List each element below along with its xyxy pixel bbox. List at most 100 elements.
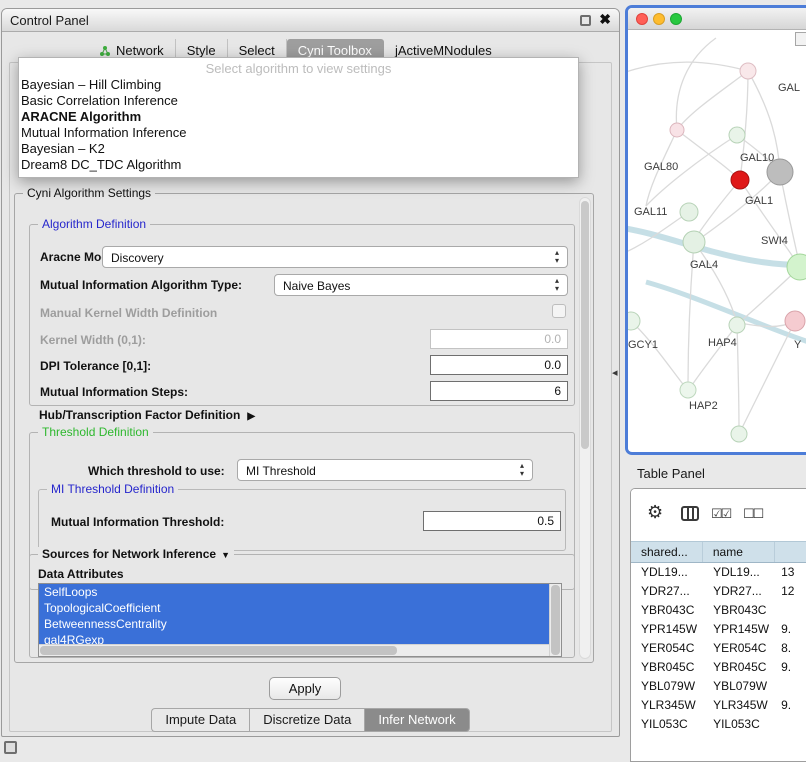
columns-glyph	[681, 506, 699, 522]
attribute-list-item[interactable]: SelfLoops	[39, 584, 549, 600]
float-window-icon[interactable]	[580, 15, 591, 26]
combo-arrows-icon: ▴▾	[550, 249, 564, 265]
table-column-header[interactable]	[775, 542, 806, 562]
network-node[interactable]	[740, 63, 756, 79]
table-row[interactable]: YDR27...YDR27...12	[631, 582, 806, 601]
sources-group: Sources for Network Inference▼ Data Attr…	[29, 554, 575, 658]
close-icon[interactable]: ✖	[599, 11, 611, 28]
combo-value: MI Threshold	[246, 463, 316, 479]
network-node[interactable]	[731, 171, 749, 189]
table-cell: YER054C	[631, 639, 703, 658]
divider-collapse-arrow[interactable]: ◂	[612, 366, 618, 379]
table-body: YDL19...YDL19...13YDR27...YDR27...12YBR0…	[631, 563, 806, 734]
table-cell: 9.	[775, 620, 806, 639]
algorithm-option[interactable]: Basic Correlation Inference	[19, 93, 578, 109]
network-node[interactable]	[729, 317, 745, 333]
algorithm-option[interactable]: Bayesian – K2	[19, 141, 578, 157]
cyni-settings-title: Cyni Algorithm Settings	[23, 186, 155, 201]
mi-algorithm-type-label: Mutual Information Algorithm Type:	[40, 278, 242, 292]
table-row[interactable]: YIL053CYIL053C	[631, 715, 806, 734]
table-column-header[interactable]: shared...	[631, 542, 703, 562]
network-edge	[694, 180, 740, 240]
network-node[interactable]	[680, 203, 698, 221]
settings-scrollbar-thumb[interactable]	[581, 201, 589, 449]
expand-right-icon: ▶	[247, 411, 255, 422]
aracne-mode-combo[interactable]: Discovery ▴▾	[102, 246, 568, 268]
table-cell: YLR345W	[703, 696, 775, 715]
node-label: Y	[794, 339, 802, 351]
which-threshold-label: Which threshold to use:	[88, 464, 225, 478]
minimize-traffic-light-icon[interactable]	[653, 13, 665, 25]
settings-scrollbar[interactable]	[579, 197, 591, 659]
network-canvas[interactable]: GALGAL80GAL10GAL1GAL11SWI4GAL4GCY1HAP4YH…	[628, 30, 806, 451]
network-canvas-svg: GALGAL80GAL10GAL1GAL11SWI4GAL4GCY1HAP4YH…	[628, 30, 806, 451]
list-horizontal-scrollbar[interactable]	[39, 644, 549, 656]
manual-kernel-checkbox[interactable]	[552, 304, 566, 318]
table-column-header[interactable]: name	[703, 542, 775, 562]
column-visibility-icon[interactable]	[681, 506, 699, 525]
table-row[interactable]: YBR043CYBR043C	[631, 601, 806, 620]
node-label: GAL80	[644, 161, 678, 173]
table-cell: YDR27...	[631, 582, 703, 601]
table-row[interactable]: YPR145WYPR145W9.	[631, 620, 806, 639]
mi-algorithm-type-combo[interactable]: Naive Bayes ▴▾	[274, 274, 568, 296]
desktop: Control Panel ✖ NetworkStyleSelectCyni T…	[0, 0, 806, 762]
node-label: HAP2	[689, 400, 718, 412]
zoom-traffic-light-icon[interactable]	[670, 13, 682, 25]
table-cell: YLR345W	[631, 696, 703, 715]
bottom-tab-impute-data[interactable]: Impute Data	[151, 708, 249, 732]
kernel-width-field[interactable]: 0.0	[430, 329, 568, 349]
sources-group-title[interactable]: Sources for Network Inference▼	[38, 547, 234, 563]
network-node[interactable]	[729, 127, 745, 143]
network-node[interactable]	[628, 312, 640, 330]
table-row[interactable]: YDL19...YDL19...13	[631, 563, 806, 582]
network-edge	[676, 38, 716, 130]
hub-section-toggle[interactable]: Hub/Transcription Factor Definition▶	[39, 408, 255, 422]
restore-panel-icon[interactable]	[4, 741, 17, 754]
table-panel-window: ⚙ ☑☑ ☐☐ shared...name YDL19...YDL19...13…	[630, 488, 806, 762]
canvas-scroll-nub[interactable]	[795, 32, 806, 46]
algorithm-option[interactable]: Bayesian – Hill Climbing	[19, 77, 578, 93]
network-node[interactable]	[785, 311, 805, 331]
node-label: GAL11	[634, 206, 667, 218]
table-row[interactable]: YBR045CYBR045C9.	[631, 658, 806, 677]
node-label: GAL4	[690, 259, 718, 271]
bottom-tab-infer-network[interactable]: Infer Network	[364, 708, 469, 732]
algorithm-option[interactable]: ARACNE Algorithm	[19, 109, 578, 125]
deselect-all-rows-icon[interactable]: ☐☐	[743, 506, 762, 522]
gear-icon[interactable]: ⚙	[647, 502, 663, 523]
tab-label: jActiveMNodules	[395, 43, 492, 58]
which-threshold-combo[interactable]: MI Threshold ▴▾	[237, 459, 533, 481]
dpi-tolerance-field[interactable]: 0.0	[430, 355, 568, 375]
table-cell: 13	[775, 563, 806, 582]
table-cell: YER054C	[703, 639, 775, 658]
table-row[interactable]: YLR345WYLR345W9.	[631, 696, 806, 715]
attribute-list-item[interactable]: BetweennessCentrality	[39, 616, 549, 632]
select-all-rows-icon[interactable]: ☑☑	[711, 506, 730, 522]
mi-threshold-field[interactable]: 0.5	[423, 511, 561, 531]
control-panel-titlebar[interactable]: Control Panel ✖	[2, 9, 619, 32]
close-traffic-light-icon[interactable]	[636, 13, 648, 25]
tab-label: Style	[187, 43, 216, 58]
window-title: Control Panel	[10, 13, 89, 28]
mi-steps-field[interactable]: 6	[430, 381, 568, 401]
manual-kernel-label: Manual Kernel Width Definition	[40, 306, 217, 320]
bottom-tab-discretize-data[interactable]: Discretize Data	[249, 708, 364, 732]
table-row[interactable]: YER054CYER054C8.	[631, 639, 806, 658]
attribute-list-item[interactable]: TopologicalCoefficient	[39, 600, 549, 616]
tab-label: Cyni Toolbox	[298, 43, 372, 58]
apply-button[interactable]: Apply	[269, 677, 341, 700]
table-cell: YDL19...	[631, 563, 703, 582]
network-node[interactable]	[680, 382, 696, 398]
network-node[interactable]	[731, 426, 747, 442]
network-node[interactable]	[670, 123, 684, 137]
data-attributes-list[interactable]: SelfLoopsTopologicalCoefficientBetweenne…	[38, 583, 562, 657]
list-vertical-scrollbar[interactable]	[549, 584, 561, 656]
algorithm-option[interactable]: Mutual Information Inference	[19, 125, 578, 141]
network-node[interactable]	[683, 231, 705, 253]
table-cell: YBR043C	[703, 601, 775, 620]
network-window-titlebar[interactable]	[628, 8, 806, 30]
sources-title-text: Sources for Network Inference	[42, 547, 216, 561]
algorithm-option[interactable]: Dream8 DC_TDC Algorithm	[19, 157, 578, 173]
table-row[interactable]: YBL079WYBL079W	[631, 677, 806, 696]
